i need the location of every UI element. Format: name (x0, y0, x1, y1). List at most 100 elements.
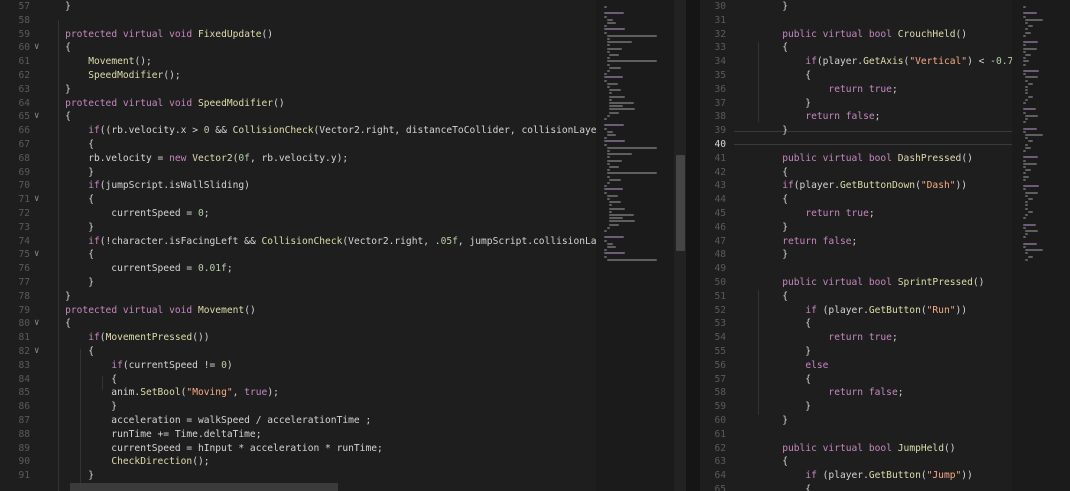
horizontal-scrollbar[interactable] (70, 483, 338, 491)
code-line[interactable]: 43 if(player.GetButtonDown("Dash")) (700, 179, 1012, 193)
left-editor-pane[interactable]: 57 } 58 59 protected virtual void FixedUpd… (0, 0, 596, 491)
code-line[interactable]: 47 return false; (700, 235, 1012, 249)
code-line[interactable]: 63 { (700, 455, 1012, 469)
code-line[interactable]: 61 Movement(); (0, 55, 596, 69)
code-line[interactable]: 55 } (700, 345, 1012, 359)
minimap-line (1025, 31, 1032, 34)
minimap-line (1022, 217, 1026, 220)
code-line[interactable]: 49 (700, 262, 1012, 276)
minimap-line (1022, 70, 1039, 72)
code-line[interactable]: 88 runTime += Time.deltaTime; (0, 428, 596, 442)
code-line[interactable]: 73 } (0, 221, 596, 235)
minimap-line (606, 162, 610, 165)
code-line[interactable]: 83 if(currentSpeed != 0) (0, 359, 596, 373)
code-line[interactable]: 57 { (700, 373, 1012, 387)
code-line[interactable]: 69 } (0, 166, 596, 180)
fold-chevron-icon[interactable]: ∨ (34, 345, 39, 359)
code-line[interactable]: 76 currentSpeed = 0.01f; (0, 262, 596, 276)
code-line[interactable]: 67 { (0, 138, 596, 152)
fold-chevron-icon[interactable]: ∨ (34, 193, 39, 207)
code-line[interactable]: 90 CheckDirection(); (0, 455, 596, 469)
code-line[interactable]: 80 ∨ { (0, 317, 596, 331)
code-line[interactable]: 58 (0, 14, 596, 28)
right-editor-pane[interactable]: 30 } 31 32 public virtual bool CrouchHeld(… (700, 0, 1012, 491)
code-line[interactable]: 61 (700, 428, 1012, 442)
code-line[interactable]: 62 SpeedModifier(); (0, 69, 596, 83)
minimap-line (1022, 15, 1026, 18)
minimap-line (609, 102, 634, 104)
code-line[interactable]: 87 acceleration = walkSpeed / accelerati… (0, 414, 596, 428)
code-line[interactable]: 60 } (700, 414, 1012, 428)
line-number: 66 (18, 125, 30, 137)
line-number: 39 (714, 125, 726, 137)
code-line[interactable]: 52 if (player.GetButton("Run")) (700, 304, 1012, 318)
line-number: 78 (18, 290, 30, 302)
line-number: 89 (18, 442, 30, 454)
code-line[interactable]: 57 } (0, 0, 596, 14)
code-line[interactable]: 79 protected virtual void Movement() (0, 304, 596, 318)
code-line[interactable]: 58 return false; (700, 386, 1012, 400)
code-line[interactable]: 66 if((rb.velocity.x > 0 && CollisionChe… (0, 124, 596, 138)
code-line[interactable]: 59 protected virtual void FixedUpdate() (0, 28, 596, 42)
code-line[interactable]: 75 ∨ { (0, 248, 596, 262)
code-line[interactable]: 38 return false; (700, 110, 1012, 124)
line-number: 65 (18, 111, 30, 123)
code-line[interactable]: 31 (700, 14, 1012, 28)
code-line[interactable]: 59 } (700, 400, 1012, 414)
code-line[interactable]: 82 ∨ { (0, 345, 596, 359)
code-line[interactable]: 34 if(player.GetAxis("Vertical") < -0.75… (700, 55, 1012, 69)
fold-chevron-icon[interactable]: ∨ (34, 41, 39, 55)
code-line[interactable]: 39 } (700, 124, 1012, 138)
minimap-line (1022, 127, 1038, 130)
code-line[interactable]: 64 protected virtual void SpeedModifier(… (0, 97, 596, 111)
code-line[interactable]: 81 if(MovementPressed()) (0, 331, 596, 345)
code-line[interactable]: 68 rb.velocity = new Vector2(0f, rb.velo… (0, 152, 596, 166)
code-line[interactable]: 85 anim.SetBool("Moving", true); (0, 386, 596, 400)
code-line[interactable]: 46 } (700, 221, 1012, 235)
code-line[interactable]: 32 public virtual bool CrouchHeld() (700, 28, 1012, 42)
code-line[interactable]: 51 { (700, 290, 1012, 304)
code-line[interactable]: 53 { (700, 317, 1012, 331)
code-text: } (42, 1, 71, 12)
code-line[interactable]: 70 if(jumpScript.isWallSliding) (0, 179, 596, 193)
left-vertical-scrollbar[interactable] (674, 0, 686, 491)
scrollbar-thumb[interactable] (676, 155, 685, 251)
fold-chevron-icon[interactable]: ∨ (34, 317, 39, 331)
code-line[interactable]: 41 public virtual bool DashPressed() (700, 152, 1012, 166)
code-line[interactable]: 30 } (700, 0, 1012, 14)
code-line[interactable]: 54 return true; (700, 331, 1012, 345)
code-line[interactable]: 35 { (700, 69, 1012, 83)
code-line[interactable]: 44 { (700, 193, 1012, 207)
code-line[interactable]: 78 } (0, 290, 596, 304)
code-line[interactable]: 63 } (0, 83, 596, 97)
code-line[interactable]: 65 { (700, 483, 1012, 491)
code-text: { (736, 166, 788, 178)
code-line[interactable]: 65 ∨ { (0, 110, 596, 124)
code-line[interactable]: 33 { (700, 41, 1012, 55)
code-line[interactable]: 77 } (0, 276, 596, 290)
code-text: currentSpeed = hInput * acceleration * r… (42, 442, 383, 454)
left-minimap[interactable] (596, 0, 674, 491)
code-line[interactable]: 40 (700, 138, 1012, 152)
code-line[interactable]: 86 } (0, 400, 596, 414)
code-line[interactable]: 64 if (player.GetButton("Jump")) (700, 469, 1012, 483)
code-line[interactable]: 48 } (700, 248, 1012, 262)
code-line[interactable]: 42 { (700, 166, 1012, 180)
code-line[interactable]: 62 public virtual bool JumpHeld() (700, 442, 1012, 456)
code-line[interactable]: 91 } (0, 469, 596, 483)
editor-split-divider[interactable] (686, 0, 700, 491)
code-line[interactable]: 50 public virtual bool SprintPressed() (700, 276, 1012, 290)
code-line[interactable]: 84 { (0, 373, 596, 387)
code-line[interactable]: 89 currentSpeed = hInput * acceleration … (0, 442, 596, 456)
fold-chevron-icon[interactable]: ∨ (34, 110, 39, 124)
code-line[interactable]: 60 ∨ { (0, 41, 596, 55)
code-line[interactable]: 45 return true; (700, 207, 1012, 221)
code-line[interactable]: 56 else (700, 359, 1012, 373)
fold-chevron-icon[interactable]: ∨ (34, 248, 39, 262)
right-minimap[interactable] (1012, 0, 1070, 491)
code-line[interactable]: 36 return true; (700, 83, 1012, 97)
code-line[interactable]: 74 if(!character.isFacingLeft && Collisi… (0, 235, 596, 249)
code-line[interactable]: 37 } (700, 97, 1012, 111)
code-line[interactable]: 72 currentSpeed = 0; (0, 207, 596, 221)
code-line[interactable]: 71 ∨ { (0, 193, 596, 207)
